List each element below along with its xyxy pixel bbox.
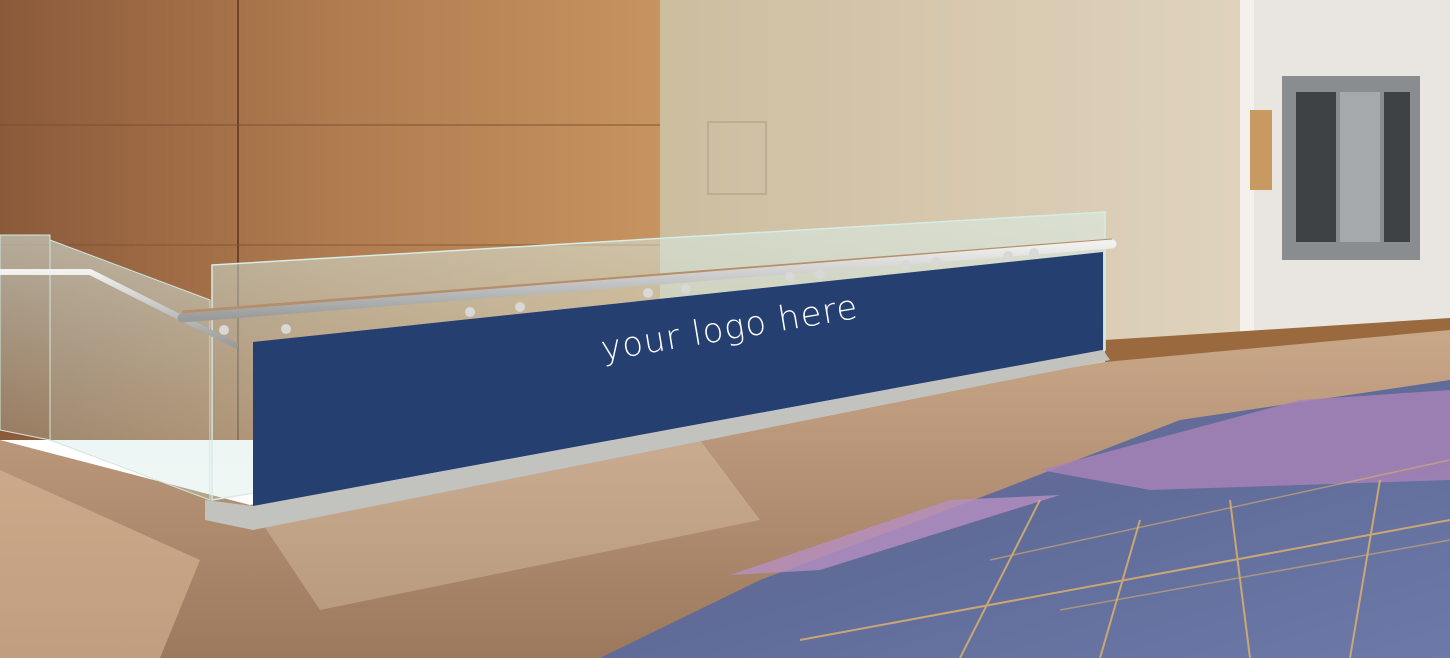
- glass-panel-left: [0, 234, 51, 441]
- sign-plaque: [1250, 110, 1272, 190]
- lobby-scene: your logo here: [0, 0, 1450, 658]
